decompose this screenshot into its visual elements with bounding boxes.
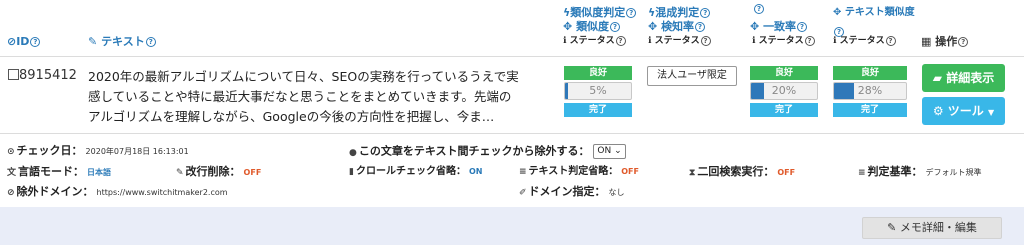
col1-status-header: ℹ ステータス?	[563, 35, 626, 47]
col2-corporate-only-box: 法人ユーザ限定	[647, 66, 737, 86]
help-icon[interactable]: ?	[958, 37, 969, 47]
file-icon: ▮	[349, 167, 354, 177]
col1-progress-label: 5%	[589, 84, 607, 97]
check-date: ⊙ チェック日： 2020年07月18日 16:13:01	[7, 144, 189, 157]
hourglass-icon: ⧗	[689, 168, 696, 178]
col3-status-badge: 完了	[750, 103, 818, 117]
help-icon[interactable]: ?	[615, 35, 626, 46]
ban-icon: ⊘	[7, 188, 15, 198]
circle-icon: ●	[349, 147, 357, 158]
col1-progress-bar: 5%	[564, 82, 632, 100]
info-icon: ℹ	[648, 36, 652, 46]
col1-header-line2[interactable]: ✥ 類似度?	[563, 20, 621, 33]
memo-edit-button[interactable]: ✎ メモ詳細・編集	[862, 217, 1002, 239]
domain-spec: ✐ ドメイン指定： なし	[519, 185, 625, 198]
help-icon[interactable]: ?	[695, 22, 706, 32]
second-search: ⧗ 二回検索実行： OFF	[689, 165, 796, 178]
edit-icon: ✎	[176, 168, 184, 178]
col4-status-badge: 完了	[833, 103, 907, 117]
col1-result-badge: 良好	[564, 66, 632, 80]
text-column-header[interactable]: ✎ テキスト?	[88, 35, 156, 48]
help-icon[interactable]: ?	[700, 35, 711, 46]
info-icon: ℹ	[833, 36, 837, 46]
cogs-icon: ⚙	[932, 104, 944, 118]
col2-header-line1[interactable]: ϟ混成判定?	[648, 6, 711, 19]
help-icon[interactable]: ?	[700, 8, 711, 18]
exclude-setting: ● この文章をテキスト間チェックから除外する： ON ⌄	[349, 144, 626, 160]
id-column-header[interactable]: ⊘ID?	[7, 35, 41, 48]
exclude-domain: ⊘ 除外ドメイン： https://www.switchitmaker2.com	[7, 185, 228, 198]
help-icon[interactable]: ?	[145, 37, 156, 47]
move-icon: ✥	[563, 20, 573, 33]
col3-header-line2[interactable]: ✥ 一致率?	[750, 20, 808, 33]
col3-status-header: ℹ ステータス?	[752, 35, 815, 47]
col2-header-line2[interactable]: ✥ 検知率?	[648, 20, 706, 33]
edit-icon: ✎	[88, 35, 98, 48]
help-icon[interactable]: ?	[885, 35, 896, 46]
col3-help-top[interactable]: ?	[753, 0, 764, 17]
col1-status-badge: 完了	[564, 103, 632, 117]
ops-column-header: ▦ 操作?	[921, 35, 969, 48]
judge-criteria: ≡ 判定基準： デフォルト規準	[858, 165, 982, 178]
move-icon: ✥	[648, 20, 658, 33]
help-icon[interactable]: ?	[804, 35, 815, 46]
row-id-cell: 8915412	[8, 68, 77, 84]
pencil-icon: ✐	[519, 188, 527, 198]
caret-down-icon: ▼	[988, 108, 995, 117]
info-icon: ℹ	[563, 36, 567, 46]
col4-progress-bar: 28%	[833, 82, 907, 100]
col4-status-header: ℹ ステータス?	[833, 35, 896, 47]
move-icon: ✥	[750, 20, 760, 33]
col3-progress-bar: 20%	[750, 82, 818, 100]
grid-icon: ▦	[921, 35, 932, 48]
help-icon[interactable]: ?	[30, 37, 41, 47]
row-checkbox[interactable]	[8, 69, 19, 80]
exclude-select[interactable]: ON ⌄	[593, 144, 626, 159]
list-icon: ≡	[519, 167, 527, 177]
header-divider	[0, 56, 1024, 57]
chevron-down-icon: ⌄	[614, 146, 622, 156]
briefcase-icon: ▰	[932, 71, 943, 85]
info-icon: ℹ	[752, 36, 756, 46]
col4-result-badge: 良好	[833, 66, 907, 80]
col1-header-line1[interactable]: ϟ類似度判定?	[563, 6, 637, 19]
tool-button[interactable]: ⚙ ツール ▼	[922, 97, 1005, 125]
edit-icon: ✎	[887, 221, 897, 234]
line-break-removal: ✎ 改行削除： OFF	[176, 165, 262, 178]
help-icon[interactable]: ?	[797, 22, 808, 32]
row-text-cell: 2020年の最新アルゴリズムについて日々、SEOの実務を行っているうえで実 感し…	[88, 69, 519, 124]
list-icon: ≡	[858, 168, 866, 178]
col2-status-header: ℹ ステータス?	[648, 35, 711, 47]
text-judge-skip: ≡ テキスト判定省略： OFF	[519, 166, 639, 177]
help-icon[interactable]: ?	[754, 3, 764, 14]
row-divider	[0, 133, 1024, 134]
col3-result-badge: 良好	[750, 66, 818, 80]
clock-icon: ⊙	[7, 147, 15, 157]
check-circle-icon: ⊘	[7, 35, 17, 48]
move-icon: ✥	[833, 7, 842, 18]
col4-progress-label: 28%	[857, 84, 883, 97]
help-icon[interactable]: ?	[610, 22, 621, 32]
col3-progress-label: 20%	[771, 84, 797, 97]
help-icon[interactable]: ?	[626, 8, 637, 18]
language-mode: 文言語モード： 日本語	[7, 165, 112, 178]
language-icon: 文	[7, 168, 17, 178]
col4-header-line1[interactable]: ✥ テキスト類似度	[833, 6, 915, 19]
crawl-check-skip: ▮ クロールチェック省略： ON	[349, 166, 483, 177]
detail-button[interactable]: ▰ 詳細表示	[922, 64, 1005, 92]
